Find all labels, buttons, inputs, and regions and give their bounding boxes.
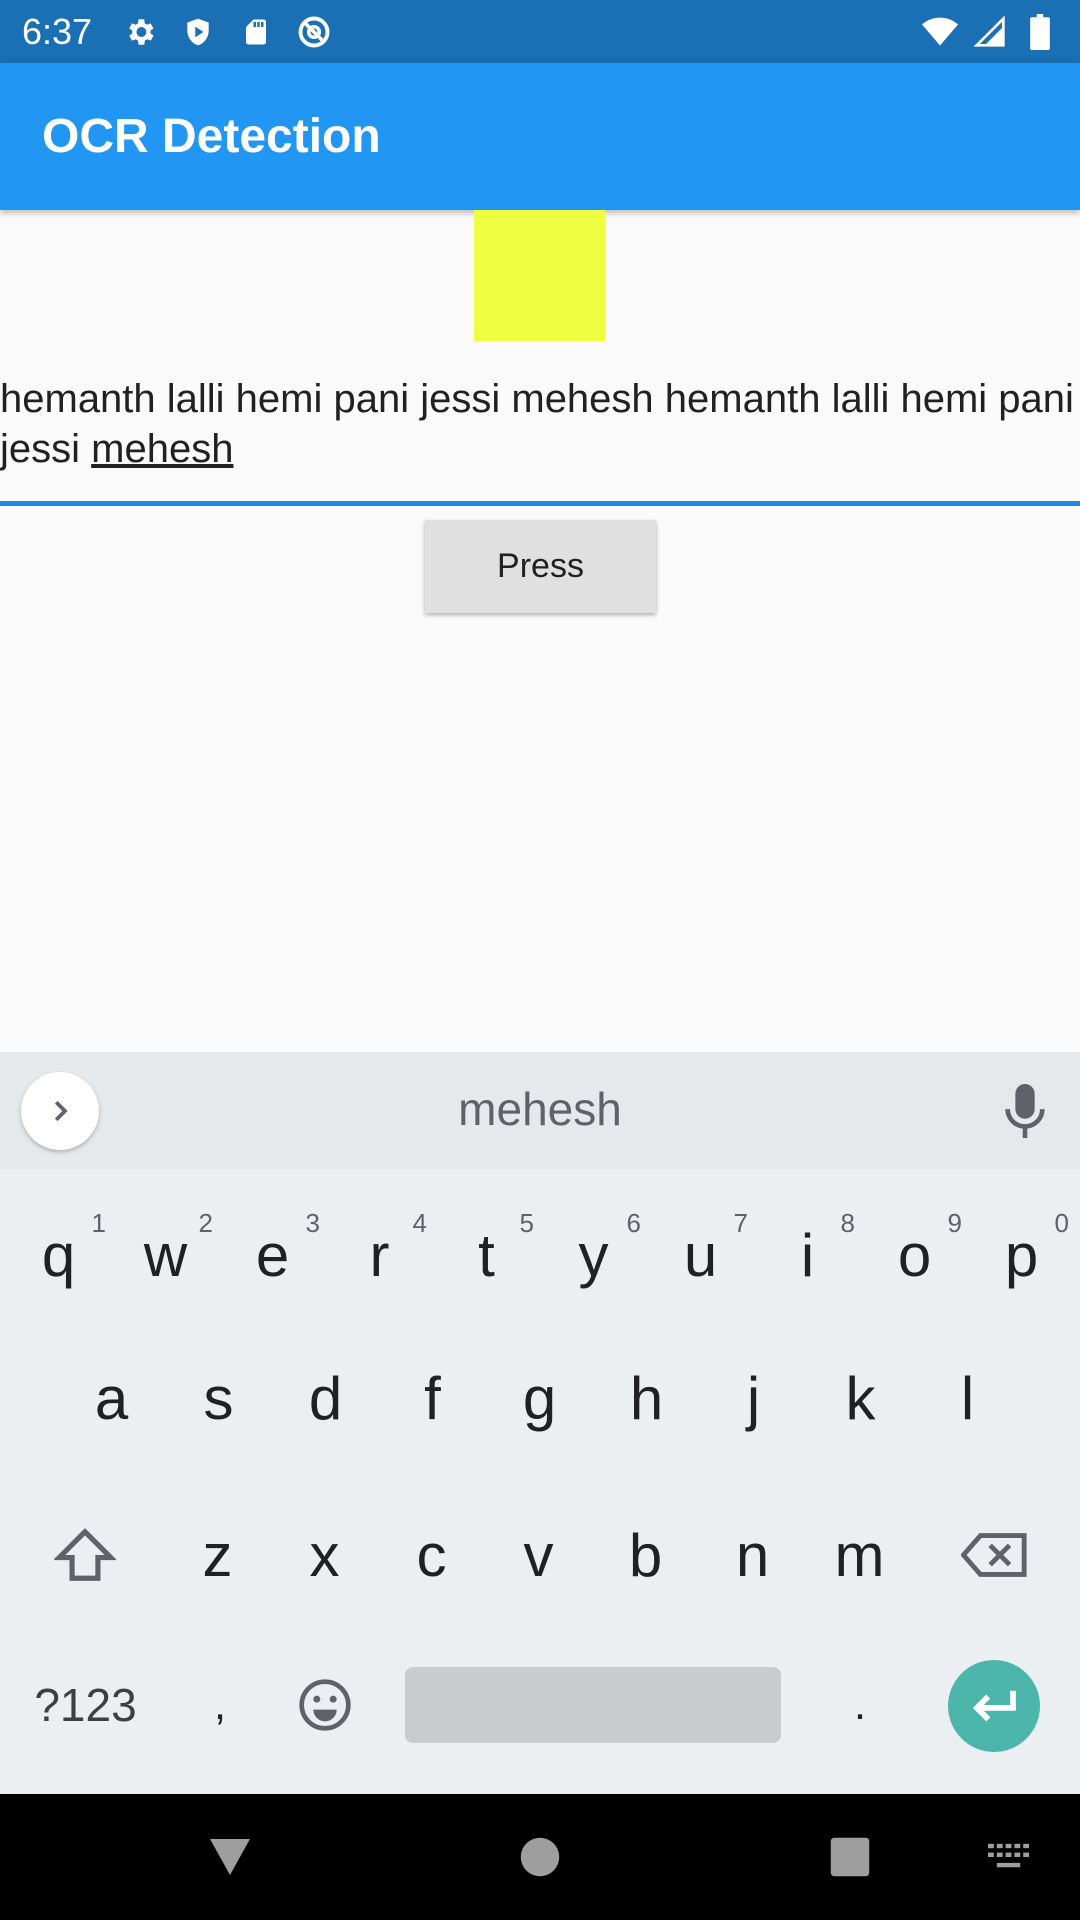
backspace-icon	[961, 1533, 1027, 1577]
key-a[interactable]: a	[58, 1343, 165, 1453]
suggestion-word[interactable]: mehesh	[0, 1082, 1080, 1136]
key-l[interactable]: l	[914, 1343, 1021, 1453]
key-q[interactable]: q1	[5, 1200, 112, 1310]
key-i[interactable]: i8	[754, 1200, 861, 1310]
key-label: t	[478, 1221, 495, 1289]
key-label: u	[683, 1221, 718, 1289]
status-icons-right	[922, 13, 1058, 50]
key-label: r	[369, 1221, 390, 1289]
key-hint: 8	[840, 1208, 855, 1238]
vpn-icon	[296, 14, 332, 50]
shift-key[interactable]	[30, 1500, 140, 1610]
suggestion-strip: mehesh	[0, 1052, 1080, 1169]
status-icons-left	[122, 14, 332, 50]
ocr-text-field[interactable]: hemanth lalli hemi pani jessi mehesh hem…	[0, 370, 1080, 506]
battery-icon	[1022, 13, 1058, 50]
key-o[interactable]: o9	[861, 1200, 968, 1310]
key-c[interactable]: c	[378, 1500, 485, 1610]
key-g[interactable]: g	[486, 1343, 593, 1453]
symbols-key[interactable]: ?123	[18, 1650, 153, 1760]
back-icon[interactable]	[195, 1822, 265, 1892]
key-s[interactable]: s	[165, 1343, 272, 1453]
key-r[interactable]: r4	[326, 1200, 433, 1310]
enter-icon	[972, 1690, 1016, 1722]
mic-icon[interactable]	[1000, 1084, 1050, 1138]
key-v[interactable]: v	[485, 1500, 592, 1610]
comma-key[interactable]: ,	[170, 1650, 270, 1760]
key-hint: 4	[412, 1208, 427, 1238]
key-m[interactable]: m	[806, 1500, 913, 1610]
key-label: e	[255, 1221, 290, 1289]
backspace-key[interactable]	[935, 1500, 1055, 1610]
key-j[interactable]: j	[700, 1343, 807, 1453]
key-label: y	[578, 1221, 609, 1289]
key-hint: 7	[733, 1208, 748, 1238]
status-bar: 6:37	[0, 0, 1080, 63]
app-bar: OCR Detection	[0, 63, 1080, 210]
press-button[interactable]: Press	[425, 520, 656, 613]
key-label: i	[800, 1221, 815, 1289]
key-hint: 6	[626, 1208, 641, 1238]
key-hint: 2	[198, 1208, 213, 1238]
wifi-icon	[922, 14, 958, 50]
period-key[interactable]: .	[810, 1650, 910, 1760]
key-k[interactable]: k	[807, 1343, 914, 1453]
key-hint: 5	[519, 1208, 534, 1238]
signal-icon	[972, 14, 1008, 50]
key-hint: 9	[947, 1208, 962, 1238]
recents-icon[interactable]	[815, 1822, 885, 1892]
image-preview	[474, 210, 605, 341]
settings-icon	[122, 14, 158, 50]
key-e[interactable]: e3	[219, 1200, 326, 1310]
keyboard-switch-icon[interactable]	[975, 1832, 1045, 1882]
field-text: hemanth lalli hemi pani jessi mehesh hem…	[0, 370, 1080, 474]
key-d[interactable]: d	[272, 1343, 379, 1453]
home-icon[interactable]	[505, 1822, 575, 1892]
key-label: q	[41, 1221, 76, 1289]
keyboard: mehesh q1w2e3r4t5y6u7i8o9p0 asdfghjkl zx…	[0, 1052, 1080, 1794]
emoji-icon	[299, 1679, 351, 1731]
enter-key[interactable]	[948, 1660, 1040, 1752]
key-label: p	[1004, 1221, 1039, 1289]
navigation-bar	[0, 1794, 1080, 1920]
key-hint: 3	[305, 1208, 320, 1238]
key-t[interactable]: t5	[433, 1200, 540, 1310]
space-key[interactable]	[405, 1667, 781, 1743]
key-h[interactable]: h	[593, 1343, 700, 1453]
key-label: w	[143, 1221, 188, 1289]
key-x[interactable]: x	[271, 1500, 378, 1610]
key-p[interactable]: p0	[968, 1200, 1075, 1310]
key-u[interactable]: u7	[647, 1200, 754, 1310]
status-time: 6:37	[22, 10, 93, 52]
emoji-key[interactable]	[275, 1650, 375, 1760]
play-protect-icon	[180, 14, 216, 50]
key-f[interactable]: f	[379, 1343, 486, 1453]
key-hint: 0	[1054, 1208, 1069, 1238]
key-b[interactable]: b	[592, 1500, 699, 1610]
key-hint: 1	[91, 1208, 106, 1238]
key-n[interactable]: n	[699, 1500, 806, 1610]
app-title: OCR Detection	[42, 110, 381, 163]
sd-card-icon	[238, 14, 274, 50]
key-z[interactable]: z	[164, 1500, 271, 1610]
shift-icon	[54, 1528, 116, 1581]
key-label: o	[897, 1221, 932, 1289]
field-text-composing: mehesh	[91, 427, 234, 471]
key-y[interactable]: y6	[540, 1200, 647, 1310]
key-w[interactable]: w2	[112, 1200, 219, 1310]
